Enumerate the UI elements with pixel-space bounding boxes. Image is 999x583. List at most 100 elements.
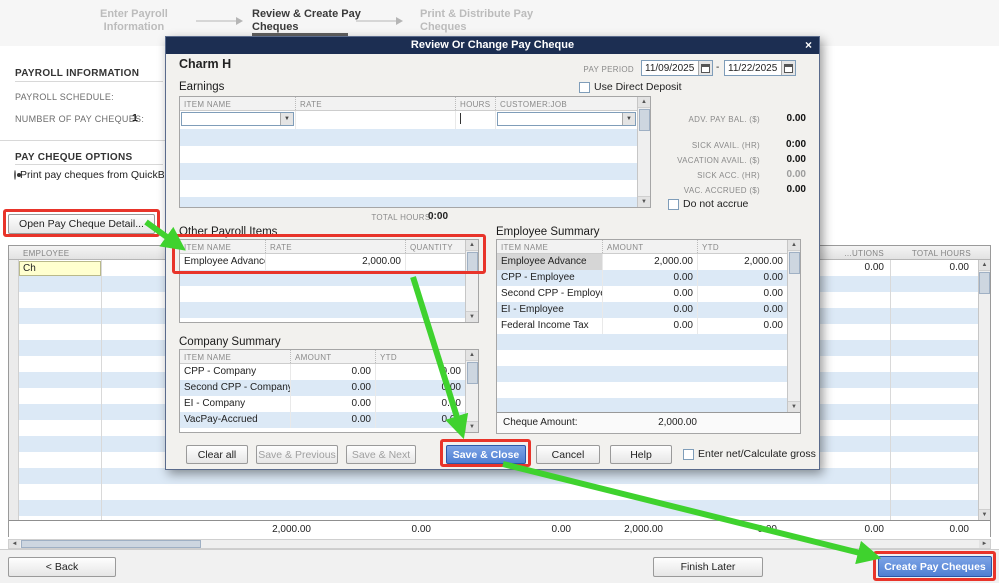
item-name-cell[interactable]: Employee Advance — [180, 254, 265, 270]
num-pay-cheques-label: NUMBER OF PAY CHEQUES: — [15, 114, 145, 124]
rate-cell[interactable]: 2,000.00 — [265, 254, 405, 270]
finish-later-button[interactable]: Finish Later — [653, 557, 763, 577]
amount-column-header[interactable]: AMOUNT — [602, 240, 697, 253]
earnings-empty-row[interactable] — [180, 146, 637, 163]
scrollbar-thumb[interactable] — [788, 252, 800, 274]
hours-cell[interactable] — [455, 111, 495, 129]
save-previous-button[interactable]: Save & Previous — [256, 445, 338, 464]
calendar-icon[interactable] — [781, 61, 795, 75]
help-button[interactable]: Help — [610, 445, 672, 464]
earnings-empty-row[interactable] — [180, 129, 637, 146]
customer-job-column-header[interactable]: CUSTOMER:JOB — [495, 97, 637, 110]
item-name-column-header[interactable]: ITEM NAME — [180, 97, 295, 110]
employee-summary-row[interactable]: CPP - Employee 0.00 0.00 — [497, 270, 787, 286]
scroll-down-icon[interactable]: ▼ — [788, 401, 800, 412]
amount-column-header[interactable]: AMOUNT — [290, 350, 375, 363]
employee-summary-row[interactable]: Employee Advance 2,000.00 2,000.00 — [497, 254, 787, 270]
item-name-combo[interactable]: ▼ — [181, 112, 294, 126]
employee-summary-row[interactable]: Second CPP - Employee 0.00 0.00 — [497, 286, 787, 302]
scroll-left-icon[interactable]: ◄ — [9, 540, 20, 548]
chevron-down-icon[interactable]: ▼ — [622, 113, 635, 125]
back-button[interactable]: < Back — [8, 557, 116, 577]
employee-summary-empty-row[interactable] — [497, 350, 787, 366]
create-pay-cheques-button[interactable]: Create Pay Cheques — [878, 556, 992, 577]
save-and-close-button[interactable]: Save & Close — [446, 445, 526, 464]
earnings-empty-row[interactable] — [180, 197, 637, 207]
scrollbar-thumb[interactable] — [21, 540, 201, 548]
open-pay-cheque-detail-button[interactable]: Open Pay Cheque Detail... — [8, 214, 155, 234]
use-direct-deposit-checkbox[interactable]: Use Direct Deposit — [579, 81, 682, 93]
employee-summary-empty-row[interactable] — [497, 366, 787, 382]
save-next-button[interactable]: Save & Next — [346, 445, 416, 464]
company-summary-scrollbar[interactable]: ▲ ▼ — [465, 350, 478, 432]
quantity-cell[interactable] — [405, 254, 465, 270]
close-icon[interactable]: × — [805, 37, 812, 54]
cancel-button[interactable]: Cancel — [536, 445, 600, 464]
scroll-up-icon[interactable]: ▲ — [979, 260, 990, 271]
scroll-up-icon[interactable]: ▲ — [466, 350, 478, 361]
employee-summary-row[interactable]: Federal Income Tax 0.00 0.00 — [497, 318, 787, 334]
employee-summary-empty-row[interactable] — [497, 334, 787, 350]
pay-period-end-input[interactable]: 11/22/2025 — [724, 60, 796, 76]
rate-column-header[interactable]: RATE — [295, 97, 455, 110]
ytd-column-header[interactable]: YTD — [375, 350, 465, 363]
total-hours-column-header[interactable]: TOTAL HOURS — [893, 249, 971, 258]
chevron-down-icon[interactable]: ▼ — [280, 113, 293, 125]
hours-column-header[interactable]: HOURS — [455, 97, 495, 110]
checkbox-icon — [579, 81, 590, 93]
scrollbar-thumb[interactable] — [979, 272, 990, 294]
company-summary-row[interactable]: VacPay-Accrued 0.00 0.00 — [180, 412, 465, 428]
item-name-cell: Employee Advance — [497, 254, 602, 270]
employee-summary-row[interactable]: EI - Employee 0.00 0.00 — [497, 302, 787, 318]
earnings-empty-row[interactable] — [180, 180, 637, 197]
employee-summary-scrollbar[interactable]: ▲ ▼ — [787, 240, 800, 412]
clear-all-button[interactable]: Clear all — [186, 445, 248, 464]
customer-job-combo[interactable]: ▼ — [497, 112, 636, 126]
other-payroll-empty-row[interactable] — [180, 286, 465, 302]
other-payroll-empty-row[interactable] — [180, 270, 465, 286]
pay-period-start-input[interactable]: 11/09/2025 — [641, 60, 713, 76]
company-summary-row[interactable]: CPP - Company 0.00 0.00 — [180, 364, 465, 380]
company-summary-row[interactable]: Second CPP - Company 0.00 0.00 — [180, 380, 465, 396]
sick-acc-value: 0.00 — [786, 169, 806, 180]
scrollbar-thumb[interactable] — [466, 362, 478, 384]
scrollbar-thumb[interactable] — [466, 252, 478, 274]
scroll-right-icon[interactable]: ► — [979, 540, 990, 548]
employee-table-hscrollbar[interactable]: ◄ ► — [8, 539, 991, 549]
earnings-empty-row[interactable] — [180, 163, 637, 180]
num-pay-cheques-value: 1 — [132, 112, 138, 124]
item-name-column-header[interactable]: ITEM NAME — [180, 240, 265, 253]
other-payroll-scrollbar[interactable]: ▲ ▼ — [465, 240, 478, 322]
item-name-cell: EI - Employee — [501, 304, 564, 315]
vac-accrued-value: 0.00 — [786, 184, 806, 195]
employee-name-cell[interactable]: Ch — [19, 261, 101, 276]
print-pay-cheques-radio[interactable]: Print pay cheques from QuickBoo — [14, 169, 164, 181]
rate-cell[interactable] — [295, 111, 455, 129]
scroll-down-icon[interactable]: ▼ — [979, 509, 990, 520]
other-payroll-empty-row[interactable] — [180, 302, 465, 318]
employee-summary-empty-row[interactable] — [497, 382, 787, 398]
do-not-accrue-checkbox[interactable]: Do not accrue — [668, 198, 748, 210]
dialog-titlebar[interactable]: Review Or Change Pay Cheque × — [166, 37, 819, 54]
item-name-cell: VacPay-Accrued — [184, 414, 258, 425]
enter-net-calculate-gross-checkbox[interactable]: Enter net/Calculate gross — [683, 448, 816, 460]
scroll-down-icon[interactable]: ▼ — [466, 311, 478, 322]
rate-column-header[interactable]: RATE — [265, 240, 405, 253]
employee-table-scrollbar[interactable]: ▲ ▼ — [978, 260, 990, 520]
calendar-icon[interactable] — [698, 61, 712, 75]
scroll-down-icon[interactable]: ▼ — [638, 196, 650, 207]
ytd-column-header[interactable]: YTD — [697, 240, 787, 253]
employee-column-header[interactable]: EMPLOYEE — [23, 249, 69, 258]
item-name-column-header[interactable]: ITEM NAME — [180, 350, 290, 363]
sick-avail-value: 0:00 — [785, 139, 806, 150]
scroll-up-icon[interactable]: ▲ — [638, 97, 650, 108]
quantity-column-header[interactable]: QUANTITY — [405, 240, 465, 253]
scroll-up-icon[interactable]: ▲ — [466, 240, 478, 251]
scroll-down-icon[interactable]: ▼ — [466, 421, 478, 432]
other-payroll-row[interactable]: Employee Advance 2,000.00 — [180, 254, 465, 270]
item-name-column-header[interactable]: ITEM NAME — [497, 240, 602, 253]
earnings-entry-row[interactable]: ▼ ▼ — [180, 111, 637, 129]
company-summary-row[interactable]: EI - Company 0.00 0.00 — [180, 396, 465, 412]
scroll-up-icon[interactable]: ▲ — [788, 240, 800, 251]
step-label: Information — [103, 21, 165, 33]
